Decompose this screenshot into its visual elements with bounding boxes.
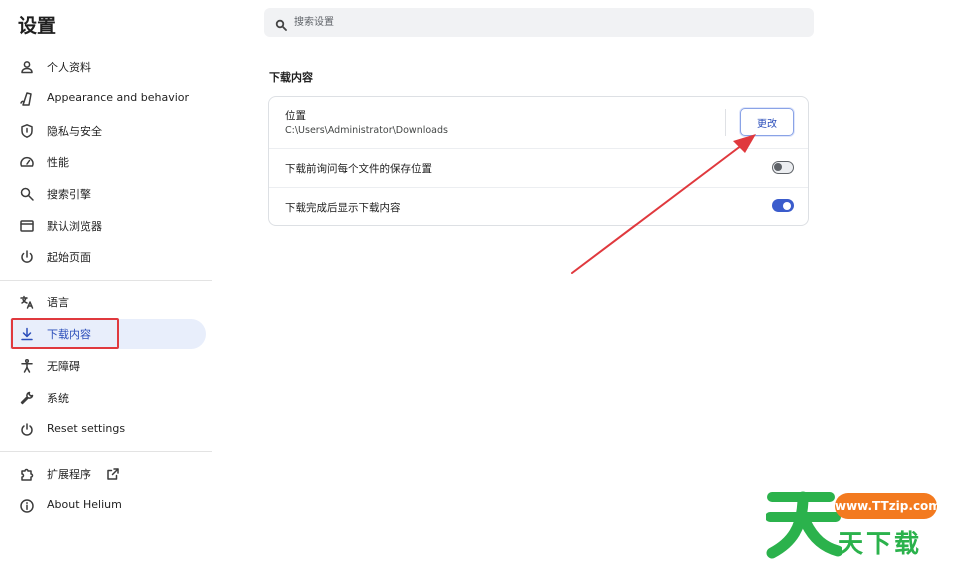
puzzle-icon <box>19 466 35 482</box>
location-label: 位置 <box>285 110 306 122</box>
page-title: 设置 <box>18 15 57 37</box>
external-link-icon <box>106 466 120 480</box>
change-location-button[interactable]: 更改 <box>740 108 794 136</box>
ask-where-label: 下载前询问每个文件的保存位置 <box>285 163 432 175</box>
watermark-url: www.TTzip.com <box>835 493 941 519</box>
search-icon <box>275 16 287 31</box>
sidebar: 设置 个人资料 Appearance and behavior 隐私与安全 性能… <box>0 0 212 581</box>
ask-where-toggle[interactable] <box>772 161 794 174</box>
sidebar-item-search-engine[interactable]: 搜索引擎 <box>10 179 206 209</box>
sidebar-item-label: 默认浏览器 <box>47 220 102 233</box>
sidebar-item-label: 系统 <box>47 392 69 405</box>
person-icon <box>19 59 35 75</box>
sidebar-item-default-browser[interactable]: 默认浏览器 <box>10 211 206 241</box>
sidebar-item-label: About Helium <box>47 498 122 511</box>
speedometer-icon <box>19 154 35 170</box>
sidebar-divider <box>0 451 212 452</box>
sidebar-item-on-startup[interactable]: 起始页面 <box>10 242 206 272</box>
row-divider <box>269 148 808 149</box>
wrench-icon <box>19 390 35 406</box>
reset-icon <box>19 422 35 438</box>
watermark-logo <box>766 491 842 559</box>
sidebar-item-label: 无障碍 <box>47 360 80 373</box>
sidebar-item-profile[interactable]: 个人资料 <box>10 52 206 82</box>
toggle-knob <box>774 163 782 171</box>
sidebar-item-system[interactable]: 系统 <box>10 383 206 413</box>
sidebar-item-about[interactable]: About Helium <box>10 491 206 521</box>
paint-icon <box>19 91 35 107</box>
sidebar-item-appearance[interactable]: Appearance and behavior <box>10 84 206 114</box>
search-input[interactable] <box>294 13 794 32</box>
downloads-settings-card: 位置 C:\Users\Administrator\Downloads 更改 下… <box>268 96 809 226</box>
search-icon <box>19 186 35 202</box>
sidebar-item-label: 个人资料 <box>47 61 91 74</box>
row-separator <box>725 109 726 136</box>
translate-icon <box>19 294 35 310</box>
sidebar-item-reset-settings[interactable]: Reset settings <box>10 415 206 445</box>
sidebar-item-label: 扩展程序 <box>47 468 91 481</box>
sidebar-item-performance[interactable]: 性能 <box>10 147 206 177</box>
sidebar-item-label: Appearance and behavior <box>47 91 190 104</box>
sidebar-item-label: Reset settings <box>47 422 126 435</box>
sidebar-item-label: 语言 <box>47 296 69 309</box>
sidebar-item-privacy[interactable]: 隐私与安全 <box>10 116 206 146</box>
section-title: 下载内容 <box>269 71 313 84</box>
download-icon <box>19 326 35 342</box>
browser-window-icon <box>19 218 35 234</box>
power-icon <box>19 249 35 265</box>
sidebar-divider <box>0 280 212 281</box>
sidebar-item-label: 性能 <box>47 156 69 169</box>
search-bar[interactable] <box>264 8 814 37</box>
sidebar-item-label: 起始页面 <box>47 251 91 264</box>
sidebar-item-languages[interactable]: 语言 <box>10 287 206 317</box>
sidebar-item-label: 隐私与安全 <box>47 125 102 138</box>
show-when-done-toggle[interactable] <box>772 199 794 212</box>
watermark-text: 天下载 <box>838 529 923 558</box>
accessibility-icon <box>19 358 35 374</box>
location-path: C:\Users\Administrator\Downloads <box>285 125 448 136</box>
sidebar-item-extensions[interactable]: 扩展程序 <box>10 459 206 489</box>
info-icon <box>19 498 35 514</box>
sidebar-item-accessibility[interactable]: 无障碍 <box>10 351 206 381</box>
shield-icon <box>19 123 35 139</box>
sidebar-item-downloads[interactable]: 下载内容 <box>10 319 206 349</box>
toggle-knob <box>783 201 791 210</box>
sidebar-item-label: 搜索引擎 <box>47 188 91 201</box>
show-when-done-label: 下载完成后显示下载内容 <box>285 202 401 214</box>
sidebar-item-label: 下载内容 <box>47 328 91 341</box>
row-divider <box>269 187 808 188</box>
